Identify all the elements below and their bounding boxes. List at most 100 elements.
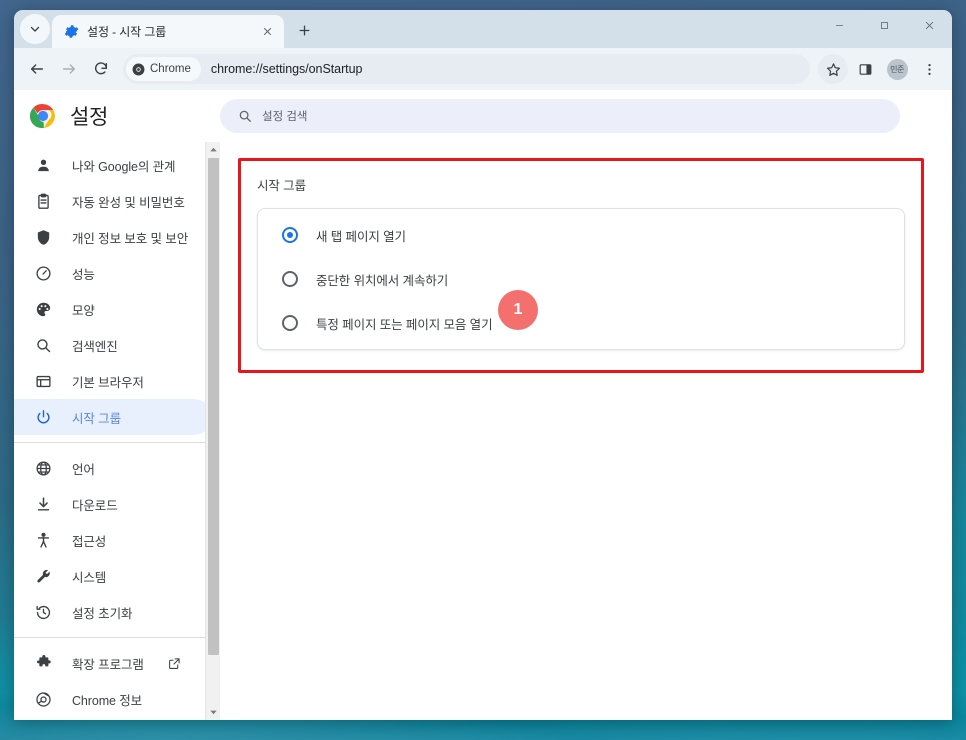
- search-icon: [34, 336, 52, 354]
- chrome-icon: [132, 63, 145, 75]
- sidebar-item-performance[interactable]: 성능: [14, 255, 212, 291]
- sidebar-item-appearance[interactable]: 모양: [14, 291, 212, 327]
- bookmark-button[interactable]: [818, 54, 848, 84]
- radio-label: 중단한 위치에서 계속하기: [316, 273, 449, 288]
- maximize-icon: [881, 21, 888, 29]
- startup-option-continue[interactable]: 중단한 위치에서 계속하기: [258, 257, 904, 301]
- palette-icon: [34, 300, 52, 318]
- origin-chip-label: Chrome: [150, 63, 191, 75]
- sidebar-item-label: 나와 Google의 관계: [72, 159, 176, 174]
- browser-window: 설정 - 시작 그룹 Chrome chrome://settings/onSt…: [14, 10, 952, 720]
- chrome-logo-icon: [30, 104, 55, 129]
- puzzle-icon: [34, 654, 52, 672]
- address-bar[interactable]: Chrome chrome://settings/onStartup: [123, 54, 810, 84]
- power-icon: [34, 408, 52, 426]
- chevron-down-icon: [30, 26, 40, 32]
- sidebar-item-extensions[interactable]: 확장 프로그램: [14, 645, 212, 681]
- radio-button[interactable]: [282, 315, 298, 331]
- search-settings-input[interactable]: 설정 검색: [220, 99, 900, 133]
- close-icon: [925, 21, 934, 29]
- arrow-back-icon: [30, 64, 44, 74]
- tab-title: 설정 - 시작 그룹: [87, 25, 167, 39]
- tab-search-button[interactable]: [20, 14, 50, 44]
- plus-icon: [299, 25, 309, 35]
- close-button[interactable]: [907, 10, 952, 40]
- search-icon: [239, 110, 251, 122]
- browser-tab[interactable]: 설정 - 시작 그룹: [52, 15, 284, 48]
- tab-strip: 설정 - 시작 그룹: [14, 10, 952, 48]
- sidebar-item-label: 자동 완성 및 비밀번호: [72, 195, 185, 210]
- side-panel-icon: [859, 63, 871, 75]
- sidebar-item-label: 접근성: [72, 534, 107, 549]
- sidebar-item-label: 다운로드: [72, 498, 118, 513]
- address-bar-url: chrome://settings/onStartup: [210, 62, 363, 76]
- download-icon: [34, 495, 52, 513]
- browser-toolbar: Chrome chrome://settings/onStartup 민준: [14, 48, 952, 90]
- sidebar-item-label: Chrome 정보: [72, 693, 143, 708]
- sidebar-item-default-browser[interactable]: 기본 브라우저: [14, 363, 212, 399]
- tab-close-button[interactable]: [258, 23, 276, 41]
- profile-button[interactable]: 민준: [882, 54, 912, 84]
- browser-window-icon: [34, 372, 52, 390]
- new-tab-button[interactable]: [290, 16, 318, 44]
- sidebar-item-autofill[interactable]: 자동 완성 및 비밀번호: [14, 183, 212, 219]
- sidebar-item-system[interactable]: 시스템: [14, 558, 212, 594]
- settings-brand: 설정: [30, 101, 220, 131]
- page-title: 설정: [70, 106, 109, 129]
- chrome-icon: [34, 690, 52, 708]
- maximize-button[interactable]: [862, 10, 907, 40]
- startup-option-specific-pages[interactable]: 특정 페이지 또는 페이지 모음 열기: [258, 301, 904, 345]
- sidebar-item-label: 성능: [72, 267, 95, 282]
- external-link-icon: [168, 657, 180, 669]
- section-title: 시작 그룹: [257, 179, 306, 193]
- scrollbar-up-button[interactable]: [206, 142, 221, 157]
- search-placeholder: 설정 검색: [262, 111, 308, 123]
- reload-button[interactable]: [86, 54, 116, 84]
- sidebar-item-label: 확장 프로그램: [72, 657, 144, 672]
- chrome-menu-button[interactable]: [914, 54, 944, 84]
- close-icon: [263, 28, 271, 35]
- sidebar-item-on-startup[interactable]: 시작 그룹: [14, 399, 212, 435]
- sidebar-item-privacy-security[interactable]: 개인 정보 보호 및 보안: [14, 219, 212, 255]
- sidebar-item-you-and-google[interactable]: 나와 Google의 관계: [14, 147, 212, 183]
- annotation-badge: 1: [498, 290, 538, 330]
- sidebar-item-label: 검색엔진: [72, 339, 118, 354]
- minimize-button[interactable]: [817, 10, 862, 40]
- sidebar-item-label: 기본 브라우저: [72, 375, 144, 390]
- sidebar-item-reset-settings[interactable]: 설정 초기화: [14, 594, 212, 630]
- sidebar-item-label: 시작 그룹: [72, 411, 121, 426]
- reload-icon: [94, 62, 108, 75]
- sidebar-item-accessibility[interactable]: 접근성: [14, 522, 212, 558]
- sidebar-item-label: 설정 초기화: [72, 606, 133, 621]
- settings-sidebar: 나와 Google의 관계 자동 완성 및 비밀번호 개인 정보 보호 및 보안…: [14, 142, 220, 720]
- kebab-menu-icon: [927, 63, 931, 75]
- annotation-highlight-box: 시작 그룹 새 탭 페이지 열기 중단한 위치에서 계속하기 특정 페이지 또는…: [238, 158, 924, 373]
- sidebar-item-search-engine[interactable]: 검색엔진: [14, 327, 212, 363]
- scrollbar-down-button[interactable]: [206, 705, 221, 720]
- scrollbar-thumb[interactable]: [207, 158, 219, 655]
- origin-chip: Chrome: [126, 57, 201, 81]
- settings-page: 설정 설정 검색 나와 Google의 관계 자동 완성 및 비밀번호 개인 정…: [14, 90, 952, 720]
- sidebar-divider: [14, 442, 212, 443]
- radio-button[interactable]: [282, 271, 298, 287]
- sidebar-item-languages[interactable]: 언어: [14, 450, 212, 486]
- startup-option-new-tab[interactable]: 새 탭 페이지 열기: [258, 213, 904, 257]
- radio-label: 특정 페이지 또는 페이지 모음 열기: [316, 317, 493, 332]
- settings-gear-icon: [64, 25, 79, 38]
- person-icon: [34, 156, 52, 174]
- history-restore-icon: [34, 603, 52, 621]
- radio-button[interactable]: [282, 227, 298, 243]
- globe-icon: [34, 459, 52, 477]
- star-icon: [826, 62, 840, 76]
- startup-options-card: 새 탭 페이지 열기 중단한 위치에서 계속하기 특정 페이지 또는 페이지 모…: [257, 208, 905, 350]
- sidebar-item-label: 모양: [72, 303, 95, 318]
- radio-label: 새 탭 페이지 열기: [316, 229, 406, 244]
- sidebar-item-label: 시스템: [72, 570, 107, 585]
- sidebar-item-about-chrome[interactable]: Chrome 정보: [14, 681, 212, 717]
- sidebar-scrollbar[interactable]: [205, 142, 220, 720]
- sidebar-item-downloads[interactable]: 다운로드: [14, 486, 212, 522]
- forward-button[interactable]: [54, 54, 84, 84]
- back-button[interactable]: [22, 54, 52, 84]
- minimize-icon: [835, 24, 844, 26]
- side-panel-button[interactable]: [850, 54, 880, 84]
